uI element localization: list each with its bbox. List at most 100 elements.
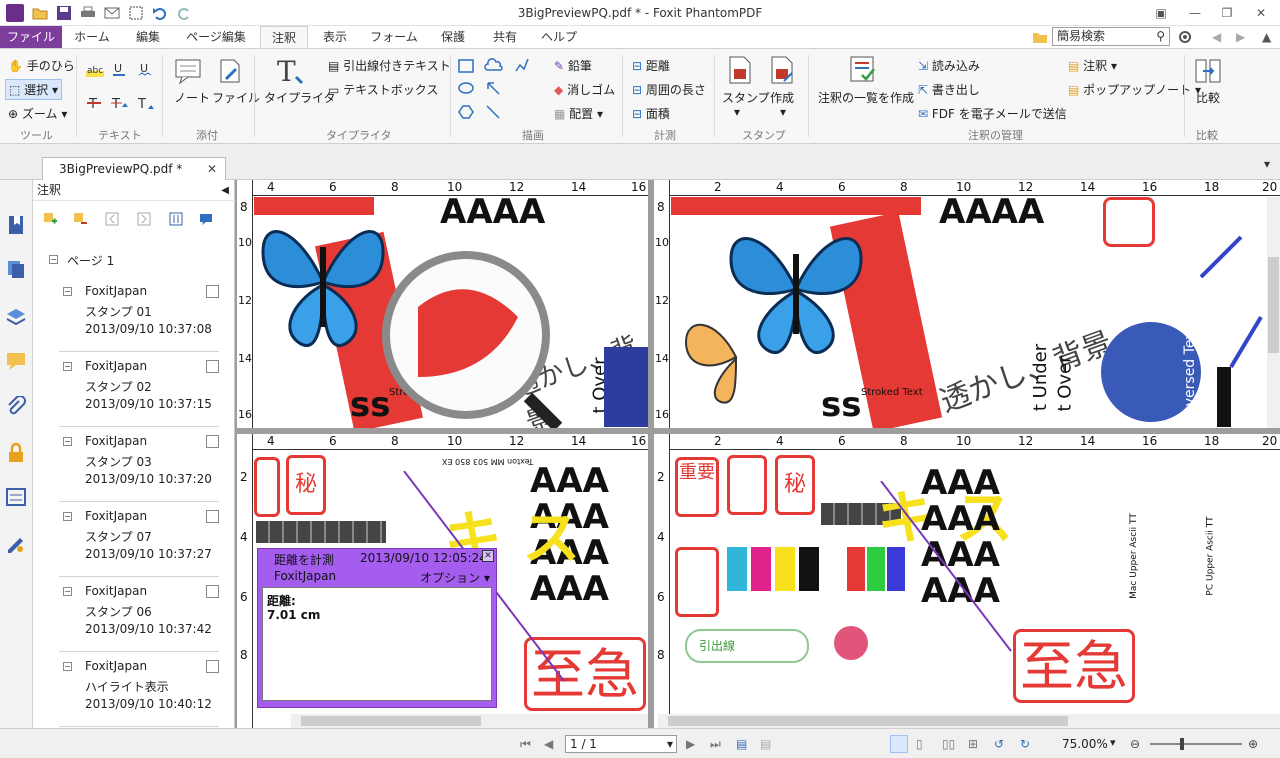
gear-icon[interactable] [1176, 29, 1194, 45]
tab-edit[interactable]: 編集 [122, 26, 174, 48]
split-pane-top-left[interactable]: 4 6 8 10 12 14 16 8 10 12 14 16 ss 透かし、背… [237, 180, 648, 428]
comment-tree-toggle[interactable]: − [63, 587, 72, 596]
comment-checkbox[interactable] [206, 510, 219, 523]
create-stamp-icon[interactable] [768, 55, 796, 87]
rectangle-icon[interactable] [458, 59, 474, 73]
stamp-button[interactable]: スタンプ [722, 89, 770, 106]
comment-checkbox[interactable] [206, 660, 219, 673]
zoom-level[interactable]: 75.00% [1062, 737, 1108, 751]
horizontal-scrollbar-thumb[interactable] [668, 716, 1068, 726]
single-page-view-icon[interactable] [890, 735, 908, 753]
facing-view-icon[interactable]: ▯▯ [942, 737, 956, 751]
split-pane-bottom-right[interactable]: 0 2 4 6 8 10 12 14 16 18 20 2 4 6 8 重要 秘 [654, 434, 1280, 728]
comment-tree-toggle[interactable]: − [63, 362, 72, 371]
underline-text-icon[interactable]: U [112, 61, 126, 77]
page-tree-toggle[interactable]: − [49, 255, 58, 264]
rotate-left-icon[interactable]: ↺ [994, 737, 1008, 751]
typewriter-icon[interactable]: T [274, 55, 306, 87]
oval-icon[interactable] [458, 81, 474, 95]
pages-icon[interactable] [5, 258, 27, 280]
forward-arrow-icon[interactable]: ▶ [1236, 30, 1245, 44]
comment-tree-toggle[interactable]: − [63, 287, 72, 296]
minimize-button[interactable]: — [1182, 4, 1208, 22]
horizontal-scrollbar[interactable] [658, 714, 1280, 728]
replace-text-icon[interactable]: T [110, 95, 128, 111]
vertical-scrollbar-thumb[interactable] [1268, 257, 1279, 353]
comment-options-icon[interactable] [199, 212, 213, 226]
last-page-icon[interactable]: ⏭ [710, 737, 724, 751]
zoom-in-icon[interactable]: ⊕ [1248, 737, 1262, 751]
comments-icon[interactable] [5, 350, 27, 372]
close-button[interactable]: ✕ [1248, 4, 1274, 22]
split-pane-top-right[interactable]: 0 2 4 6 8 10 12 14 16 18 20 8 10 12 14 1… [654, 180, 1280, 428]
typewriter-button[interactable]: タイプライタ [264, 89, 336, 106]
search-input[interactable]: 簡易検索 ⚲ [1052, 27, 1170, 46]
line-icon[interactable] [486, 105, 500, 119]
perimeter-button[interactable]: ⊟ 周囲の長さ [632, 81, 706, 98]
stamp-dropdown-icon[interactable]: ▾ [734, 105, 740, 119]
tab-file[interactable]: ファイル [0, 26, 62, 48]
help-icon[interactable]: ▣ [1148, 4, 1174, 22]
compare-icon[interactable] [1194, 57, 1222, 85]
page-dropdown-icon[interactable]: ▾ [667, 736, 673, 752]
popup-close-icon[interactable]: ✕ [482, 550, 494, 562]
import-button[interactable]: ⇲ 読み込み [918, 57, 980, 74]
arrange-button[interactable]: ▦ 配置 ▾ [554, 105, 603, 122]
pencil-button[interactable]: ✎ 鉛筆 [554, 57, 592, 74]
note-button[interactable]: ノート [174, 89, 210, 106]
file-button[interactable]: ファイル [212, 89, 260, 106]
zoom-slider-thumb[interactable] [1180, 738, 1184, 750]
annotation-dropdown[interactable]: ▤ 注釈 ▾ [1068, 57, 1117, 74]
close-tab-icon[interactable]: ✕ [207, 158, 217, 180]
comment-checkbox[interactable] [206, 585, 219, 598]
back-arrow-icon[interactable]: ◀ [1212, 30, 1221, 44]
form-fields-icon[interactable] [5, 486, 27, 508]
zoom-out-icon[interactable]: ⊖ [1130, 737, 1144, 751]
comment-tree-toggle[interactable]: − [63, 512, 72, 521]
maximize-button[interactable]: ❐ [1214, 4, 1240, 22]
comment-checkbox[interactable] [206, 435, 219, 448]
first-page-icon[interactable]: ⏮ [520, 737, 534, 751]
polyline-icon[interactable] [514, 57, 530, 73]
tab-comment[interactable]: 注釈 [260, 26, 308, 49]
summarize-button[interactable]: 注釈の一覧を作成 [818, 89, 914, 106]
compare-button[interactable]: 比較 [1196, 89, 1220, 106]
horizontal-scrollbar[interactable] [291, 714, 648, 728]
popup-body[interactable]: 距離: 7.01 cm [262, 587, 492, 701]
popup-options-dropdown[interactable]: オプション ▾ [420, 569, 490, 586]
collapse-all-icon[interactable] [73, 212, 87, 226]
tab-page-edit[interactable]: ページ編集 [176, 26, 256, 48]
split-pane-bottom-left[interactable]: 4 6 8 10 12 14 16 2 4 6 8 秘 Texton MM 50… [237, 434, 648, 728]
go-forward-view-icon[interactable]: ▤ [760, 737, 774, 751]
rotate-right-icon[interactable]: ↻ [1020, 737, 1034, 751]
popup-note-dropdown[interactable]: ▤ ポップアップノート ▾ [1068, 81, 1201, 98]
signature-icon[interactable] [5, 532, 27, 554]
folder-search-icon[interactable] [1032, 29, 1048, 45]
layers-icon[interactable] [5, 306, 27, 328]
create-stamp-button[interactable]: 作成 [770, 89, 794, 106]
go-back-view-icon[interactable]: ▤ [736, 737, 750, 751]
next-comment-icon[interactable] [137, 212, 151, 226]
zoom-slider[interactable] [1150, 738, 1242, 750]
insert-text-icon[interactable]: T [136, 95, 154, 111]
vertical-scrollbar[interactable] [1267, 197, 1280, 428]
strikeout-text-icon[interactable]: T [86, 95, 102, 111]
export-button[interactable]: ⇱ 書き出し [918, 81, 980, 98]
summarize-icon[interactable] [848, 55, 878, 85]
distance-popup-note[interactable]: 距離を計測 2013/09/10 12:05:24 ✕ FoxitJapan オ… [257, 548, 497, 708]
document-view[interactable]: 4 6 8 10 12 14 16 8 10 12 14 16 ss 透かし、背… [235, 180, 1280, 728]
tab-share[interactable]: 共有 [482, 26, 528, 48]
comment-tree-toggle[interactable]: − [63, 437, 72, 446]
area-button[interactable]: ⊟ 面積 [632, 105, 670, 122]
zoom-dropdown-icon[interactable]: ▾ [1110, 736, 1116, 749]
arrow-icon[interactable] [486, 81, 500, 95]
horizontal-scrollbar-thumb[interactable] [301, 716, 481, 726]
previous-comment-icon[interactable] [105, 212, 119, 226]
stamp-icon[interactable] [726, 55, 754, 87]
continuous-view-icon[interactable]: ▯ [916, 737, 930, 751]
comment-tree-toggle[interactable]: − [63, 662, 72, 671]
page-number-field[interactable]: 1 / 1 ▾ [565, 735, 677, 753]
comment-checkbox[interactable] [206, 285, 219, 298]
cloud-icon[interactable] [484, 57, 504, 73]
attachment-icon[interactable] [5, 396, 27, 418]
